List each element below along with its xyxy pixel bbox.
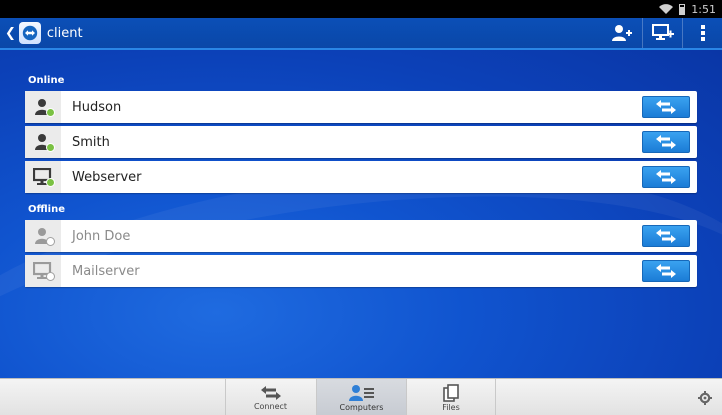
overflow-menu-button[interactable] xyxy=(682,18,722,48)
action-bar-actions xyxy=(602,18,722,48)
contact-name: Hudson xyxy=(72,99,122,115)
add-person-icon xyxy=(612,25,632,41)
teamviewer-logo[interactable] xyxy=(18,22,41,44)
tab-connect[interactable]: Connect xyxy=(225,379,315,415)
contact-name: Mailserver xyxy=(72,263,140,279)
files-icon xyxy=(443,383,459,402)
section-header-online: Online xyxy=(28,75,65,86)
computers-list: Online Hudson Smith Webserver Offline Jo… xyxy=(0,50,722,378)
contacts-list-icon xyxy=(348,384,374,401)
online-status-dot xyxy=(46,178,55,187)
app-title: client xyxy=(46,25,83,41)
contact-row-mailserver[interactable]: Mailserver xyxy=(25,255,697,287)
row-icon-box xyxy=(25,161,61,193)
row-icon-box xyxy=(25,91,61,123)
contact-name: Webserver xyxy=(72,169,142,185)
row-icon-box xyxy=(25,220,61,252)
tab-computers[interactable]: Computers xyxy=(316,379,406,415)
contact-row-hudson[interactable]: Hudson xyxy=(25,91,697,123)
bottom-navigation: Connect Computers Files xyxy=(0,378,722,415)
connect-button[interactable] xyxy=(642,260,690,282)
offline-status-dot xyxy=(46,237,55,246)
contact-row-john-doe[interactable]: John Doe xyxy=(25,220,697,252)
tab-label: Computers xyxy=(339,402,384,412)
teamviewer-logo-icon xyxy=(22,25,38,41)
row-icon-box xyxy=(25,126,61,158)
contact-row-smith[interactable]: Smith xyxy=(25,126,697,158)
connect-button[interactable] xyxy=(642,166,690,188)
contact-name: Smith xyxy=(72,134,110,150)
connect-button[interactable] xyxy=(642,96,690,118)
add-contact-button[interactable] xyxy=(602,18,642,48)
more-vertical-icon xyxy=(700,25,705,41)
contact-name: John Doe xyxy=(72,228,131,244)
settings-gear-icon[interactable] xyxy=(698,391,712,405)
tab-files[interactable]: Files xyxy=(406,379,496,415)
swap-arrows-icon xyxy=(656,229,676,243)
connect-button[interactable] xyxy=(642,225,690,247)
action-bar: ❮ client xyxy=(0,18,722,50)
tab-label: Files xyxy=(442,402,460,412)
battery-icon xyxy=(679,3,686,15)
online-status-dot xyxy=(46,108,55,117)
section-header-offline: Offline xyxy=(28,204,65,215)
online-status-dot xyxy=(46,143,55,152)
row-icon-box xyxy=(25,255,61,287)
swap-arrows-icon xyxy=(260,385,281,400)
contact-row-webserver[interactable]: Webserver xyxy=(25,161,697,193)
wifi-icon xyxy=(659,4,674,14)
add-computer-button[interactable] xyxy=(642,18,682,48)
swap-arrows-icon xyxy=(656,170,676,184)
swap-arrows-icon xyxy=(656,135,676,149)
clock: 1:51 xyxy=(691,2,716,16)
tab-label: Connect xyxy=(253,401,288,411)
connect-button[interactable] xyxy=(642,131,690,153)
offline-status-dot xyxy=(46,272,55,281)
swap-arrows-icon xyxy=(656,100,676,114)
swap-arrows-icon xyxy=(656,264,676,278)
add-monitor-icon xyxy=(651,24,674,40)
back-chevron-icon[interactable]: ❮ xyxy=(5,26,16,41)
system-status-bar: 1:51 xyxy=(0,0,722,18)
